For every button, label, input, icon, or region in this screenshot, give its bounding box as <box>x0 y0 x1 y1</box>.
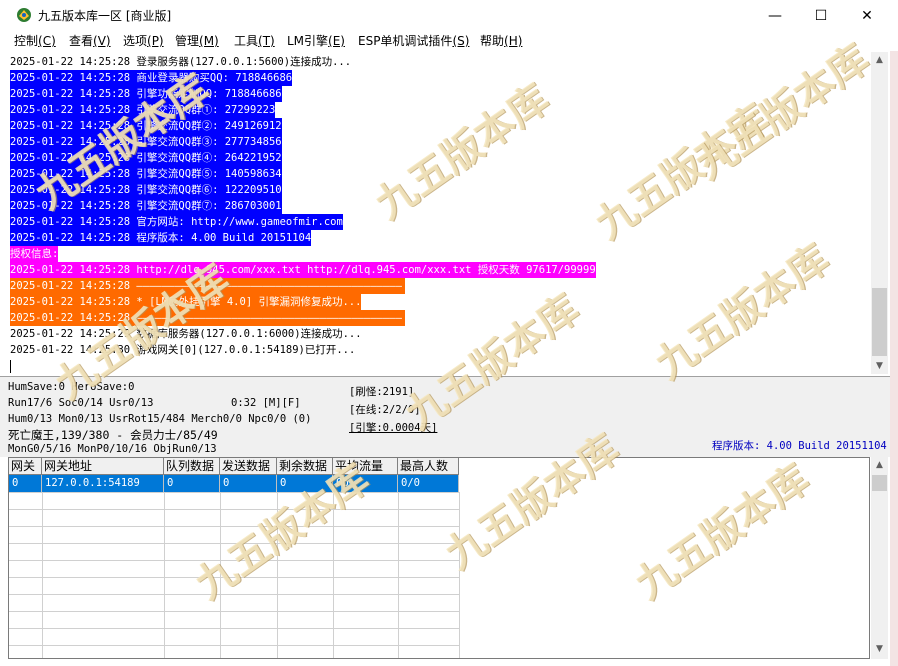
menu-view[interactable]: 查看(V) <box>69 32 111 50</box>
column-header[interactable]: 剩余数据 <box>277 458 333 475</box>
log-line: 2025-01-22 14:25:30 游戏网关[0](127.0.0.1:54… <box>10 344 356 356</box>
log-line: 2025-01-22 14:25:29 数据库服务器(127.0.0.1:600… <box>10 328 362 340</box>
status-run: Run17/6 Soc0/14 Usr0/13 <box>8 397 154 409</box>
status-refresh: [刷怪:2191] <box>349 386 415 398</box>
grid-row-line <box>9 611 459 612</box>
cell-max: 0/0 <box>398 475 459 492</box>
grid-col-line <box>277 492 278 658</box>
column-header[interactable]: 平均流量 <box>333 458 398 475</box>
status-engine[interactable]: [引擎:0.0004天] <box>349 420 437 435</box>
gateway-table[interactable]: 网关 网关地址 队列数据 发送数据 剩余数据 平均流量 最高人数 0 127.0… <box>8 457 870 659</box>
log-line: 2025-01-22 14:25:28 登录服务器(127.0.0.1:5600… <box>10 56 352 68</box>
grid-col-line <box>333 492 334 658</box>
column-header[interactable]: 最高人数 <box>398 458 459 475</box>
log-line: 2025-01-22 14:25:28 * [LM反外挂引擎 4.0] 引擎漏洞… <box>10 294 362 310</box>
scroll-thumb[interactable] <box>872 475 887 491</box>
grid-row-line <box>9 543 459 544</box>
menu-lm-engine[interactable]: LM引擎(E) <box>287 32 345 50</box>
status-online: [在线:2/2/0] <box>349 404 421 416</box>
grid-col-line <box>398 492 399 658</box>
background-edge <box>890 0 898 666</box>
log-line: 2025-01-22 14:25:28 引擎交流QQ群⑥: 122209510 <box>10 182 282 198</box>
cell-gateway: 0 <box>9 475 42 492</box>
status-timer: 0:32 [M][F] <box>231 397 301 409</box>
grid-row-line <box>9 509 459 510</box>
grid-row-line <box>9 560 459 561</box>
window-title: 九五版本库一区 [商业版] <box>38 9 172 23</box>
log-line: 2025-01-22 14:25:28 引擎功能定制QQ: 718846686 <box>10 86 282 102</box>
menu-control[interactable]: 控制(C) <box>14 32 56 50</box>
log-line: 2025-01-22 14:25:28 引擎交流QQ群⑦: 286703001 <box>10 198 282 214</box>
log-line: 2025-01-22 14:25:28 ————————————————————… <box>10 278 405 294</box>
scroll-down-icon[interactable]: ▼ <box>871 641 888 657</box>
menu-manage[interactable]: 管理(M) <box>175 32 219 50</box>
minimize-button[interactable]: — <box>752 0 798 31</box>
log-line: 2025-01-22 14:25:28 引擎交流QQ群④: 264221952 <box>10 150 282 166</box>
log-line: 2025-01-22 14:25:28 程序版本: 4.00 Build 201… <box>10 230 312 246</box>
cell-remain: 0 <box>277 475 333 492</box>
text-caret <box>10 360 11 373</box>
column-header[interactable]: 网关地址 <box>42 458 164 475</box>
menu-options[interactable]: 选项(P) <box>123 32 164 50</box>
column-header[interactable]: 发送数据 <box>220 458 277 475</box>
grid-col-line <box>220 492 221 658</box>
scroll-up-icon[interactable]: ▲ <box>871 52 888 68</box>
log-line: 2025-01-22 14:25:28 引擎交流QQ群②: 249126912 <box>10 118 282 134</box>
log-line: 2025-01-22 14:25:28 官方网站: http://www.gam… <box>10 214 343 230</box>
grid-col-line <box>42 492 43 658</box>
log-line: 2025-01-22 14:25:28 http://dlq.945.com/x… <box>10 262 596 278</box>
menu-help[interactable]: 帮助(H) <box>480 32 522 50</box>
menu-tools[interactable]: 工具(T) <box>234 32 275 50</box>
scroll-down-icon[interactable]: ▼ <box>871 358 888 374</box>
grid-col-line <box>459 492 460 658</box>
close-button[interactable]: ✕ <box>844 0 890 31</box>
log-scrollbar[interactable]: ▲ ▼ <box>871 52 888 374</box>
status-mon: MonG0/5/16 MonP0/10/16 ObjRun0/13 <box>8 443 217 455</box>
table-scrollbar[interactable]: ▲ ▼ <box>871 457 888 659</box>
column-header[interactable]: 队列数据 <box>164 458 220 475</box>
log-line: 2025-01-22 14:25:28 引擎交流QQ群③: 277734856 <box>10 134 282 150</box>
title-bar: 九五版本库一区 [商业版] — ☐ ✕ <box>0 0 898 31</box>
grid-row-line <box>9 526 459 527</box>
log-line: 2025-01-22 14:25:28 引擎交流QQ群⑤: 140598634 <box>10 166 282 182</box>
log-panel[interactable]: 2025-01-22 14:25:28 登录服务器(127.0.0.1:5600… <box>8 52 870 374</box>
status-boss: 死亡魔王,139/380 - 会员力士/85/49 <box>8 428 218 442</box>
cell-send: 0 <box>220 475 277 492</box>
log-line: 授权信息: <box>10 246 59 262</box>
status-hum: Hum0/13 Mon0/13 UsrRot15/484 Merch0/0 Np… <box>8 413 312 425</box>
status-save: HumSave:0 HeroSave:0 <box>8 381 135 393</box>
grid-row-line <box>9 645 459 646</box>
cell-address: 127.0.0.1:54189 <box>42 475 164 492</box>
log-line: 2025-01-22 14:25:28 ————————————————————… <box>10 310 405 326</box>
menu-esp-plugin[interactable]: ESP单机调试插件(S) <box>358 32 469 50</box>
status-panel: HumSave:0 HeroSave:0 Run17/6 Soc0/14 Usr… <box>0 376 890 457</box>
grid-col-line <box>164 492 165 658</box>
table-row[interactable]: 0 127.0.0.1:54189 0 0 0 0b 0/0 <box>9 475 459 492</box>
column-header[interactable]: 网关 <box>9 458 42 475</box>
grid-row-line <box>9 577 459 578</box>
cell-traffic: 0b <box>333 475 398 492</box>
scroll-up-icon[interactable]: ▲ <box>871 457 888 473</box>
version-label: 程序版本: 4.00 Build 20151104 <box>712 440 887 452</box>
grid-row-line <box>9 594 459 595</box>
cell-queue: 0 <box>164 475 220 492</box>
grid-row-line <box>9 628 459 629</box>
maximize-button[interactable]: ☐ <box>798 0 844 31</box>
scroll-thumb[interactable] <box>872 288 887 356</box>
app-icon <box>17 8 31 22</box>
log-line: 2025-01-22 14:25:28 商业登录器购买QQ: 718846686 <box>10 70 293 86</box>
log-line: 2025-01-22 14:25:28 引擎交流QQ群①: 27299223 <box>10 102 276 118</box>
grid-row-line <box>9 492 459 493</box>
